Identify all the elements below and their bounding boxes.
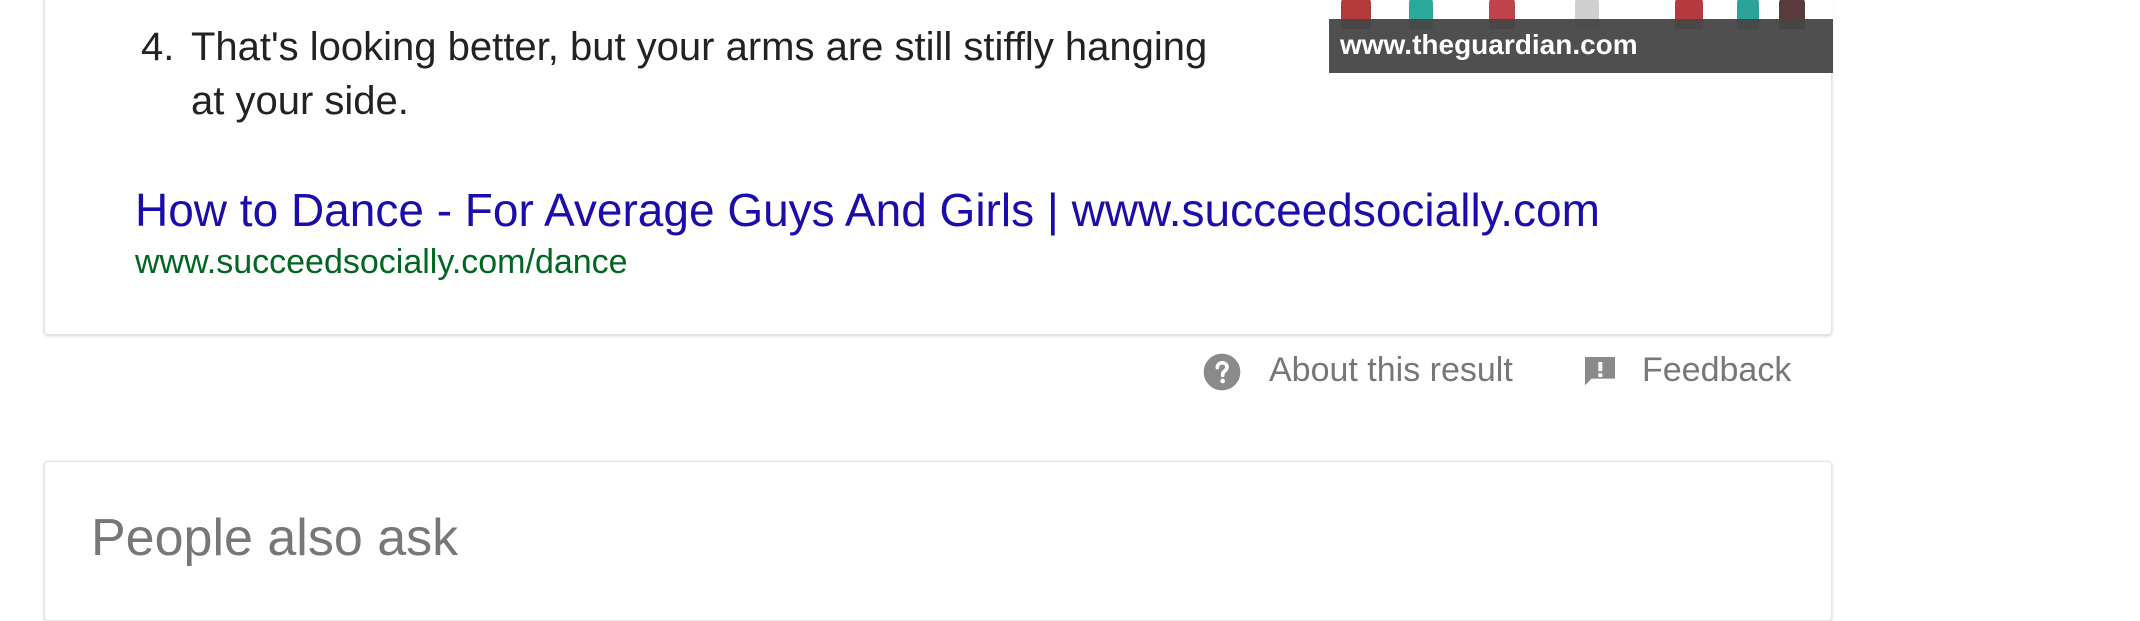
list-item-text: That's looking better, but your arms are… bbox=[191, 25, 1208, 123]
result-title-link[interactable]: How to Dance - For Average Guys And Girl… bbox=[135, 183, 1600, 237]
snippet-image[interactable]: www.theguardian.com bbox=[1329, 0, 1833, 73]
people-also-ask-heading: People also ask bbox=[91, 509, 459, 567]
featured-snippet-card: 4. That's looking better, but your arms … bbox=[44, 0, 1833, 335]
feedback-link[interactable]: Feedback bbox=[1580, 349, 1792, 391]
help-circle-icon bbox=[1203, 353, 1241, 391]
image-source-caption: www.theguardian.com bbox=[1340, 29, 1638, 60]
list-item-number: 4. bbox=[141, 25, 175, 69]
feedback-label: Feedback bbox=[1642, 351, 1792, 389]
about-this-result-label: About this result bbox=[1269, 351, 1513, 389]
result-url: www.succeedsocially.com/dance bbox=[135, 243, 628, 281]
image-caption-bar: www.theguardian.com bbox=[1329, 19, 1833, 73]
people-also-ask-card: People also ask bbox=[44, 461, 1832, 621]
feedback-icon bbox=[1585, 357, 1615, 386]
result-meta-row: About this result Feedback bbox=[0, 345, 2140, 395]
about-this-result-link[interactable]: About this result bbox=[1202, 349, 1522, 391]
